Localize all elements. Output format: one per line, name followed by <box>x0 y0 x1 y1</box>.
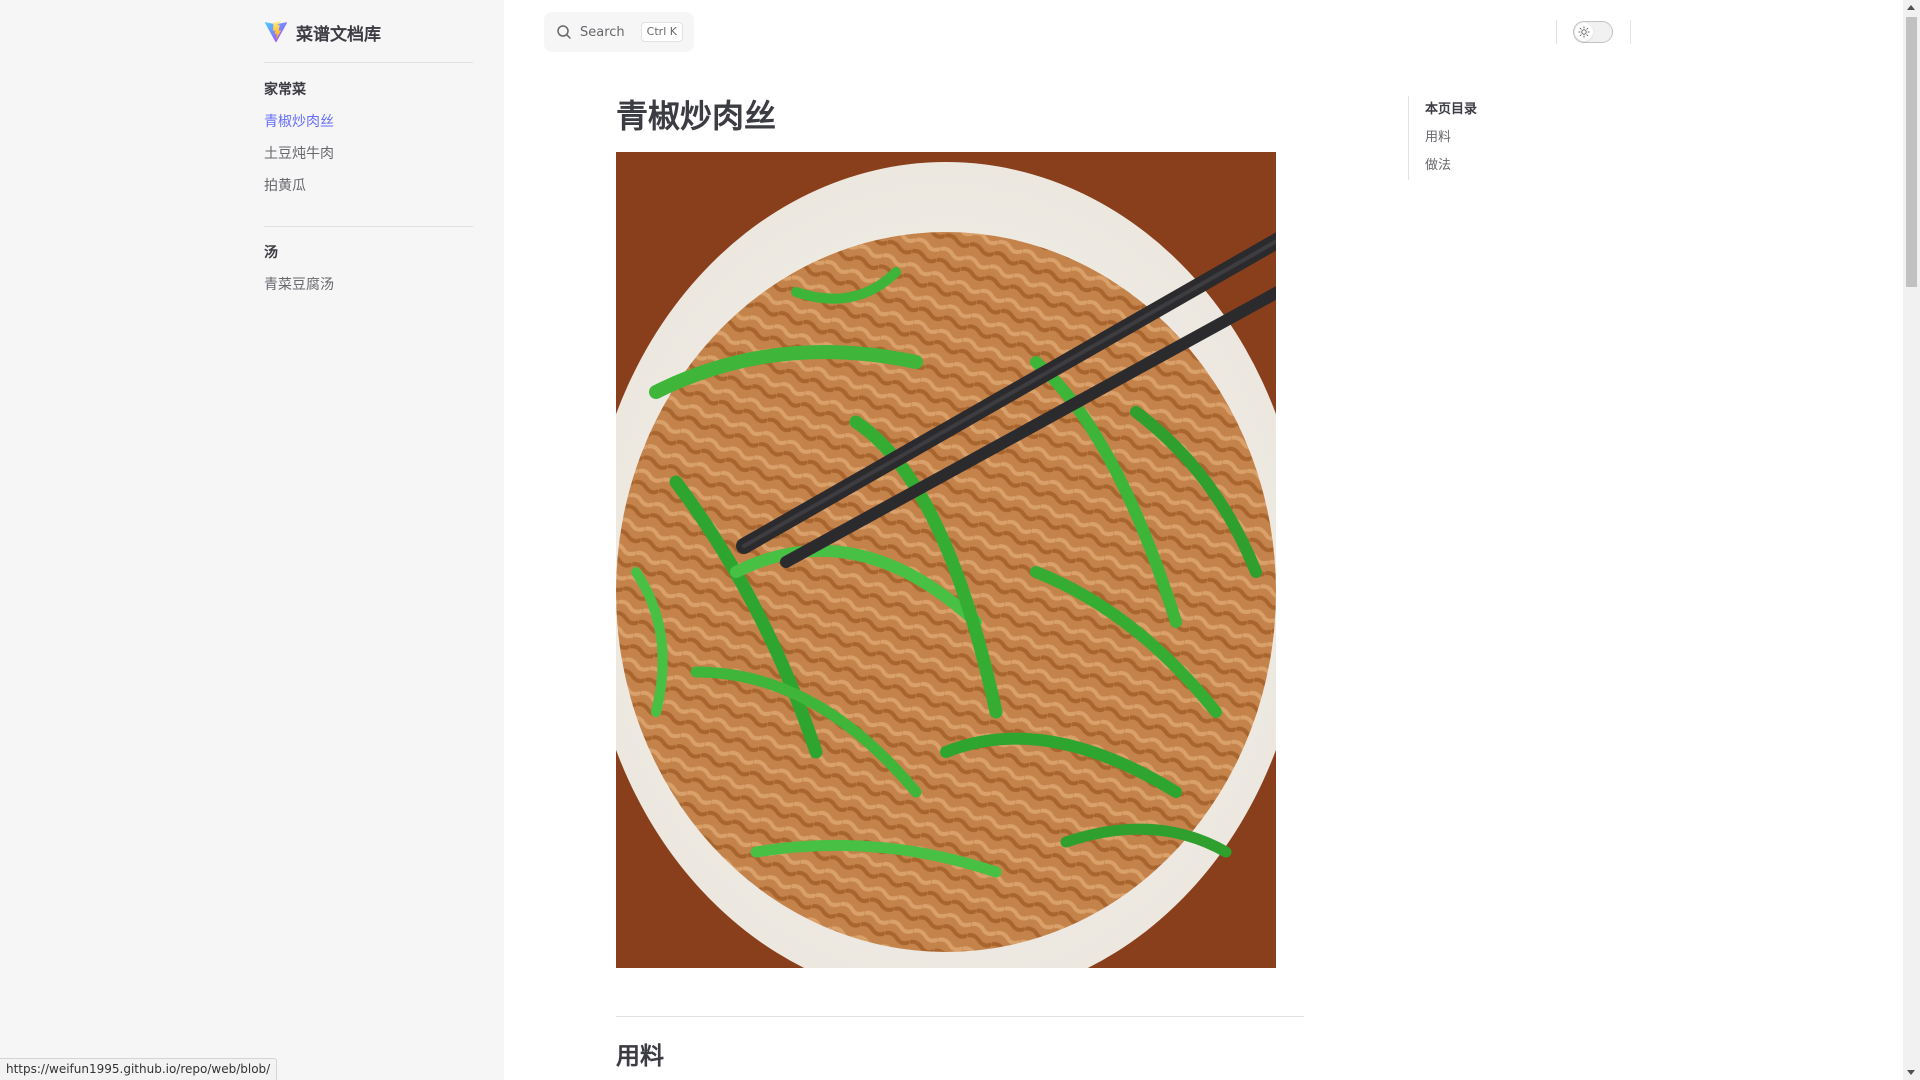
sun-icon <box>1578 26 1590 38</box>
outline-link-method[interactable]: 做法 <box>1425 152 1608 180</box>
sidebar-item-potato-beef[interactable]: 土豆炖牛肉 <box>264 144 473 164</box>
dish-photo <box>616 152 1276 968</box>
section-heading-ingredients: 用料 <box>616 1042 664 1070</box>
sidebar-item-cucumber[interactable]: 拍黄瓜 <box>264 176 473 196</box>
search-button[interactable]: Search Ctrl K <box>544 12 694 52</box>
status-bar-url: https://weifun1995.github.io/repo/web/bl… <box>0 1058 278 1080</box>
sidebar: 菜谱文档库 家常菜 青椒炒肉丝 土豆炖牛肉 拍黄瓜 汤 青菜豆腐汤 <box>0 0 504 1080</box>
search-placeholder: Search <box>580 24 625 40</box>
brand-title: 菜谱文档库 <box>296 24 381 45</box>
navbar-divider <box>1556 20 1557 44</box>
sidebar-group-title: 汤 <box>264 245 278 261</box>
page-scrollbar[interactable] <box>1903 0 1920 1080</box>
scroll-up-arrow-icon[interactable] <box>1907 5 1915 10</box>
scroll-down-arrow-icon[interactable] <box>1907 1070 1915 1075</box>
page-outline: 本页目录 用料 做法 <box>1408 96 1608 180</box>
outline-link-ingredients[interactable]: 用料 <box>1425 124 1608 152</box>
search-icon <box>557 25 571 39</box>
theme-toggle[interactable] <box>1573 21 1613 43</box>
search-shortcut: Ctrl K <box>640 22 683 42</box>
sidebar-item-tofu-soup[interactable]: 青菜豆腐汤 <box>264 275 473 295</box>
theme-toggle-knob <box>1575 23 1593 41</box>
scroll-thumb[interactable] <box>1906 17 1917 287</box>
sidebar-group-soup: 汤 青菜豆腐汤 <box>264 243 473 307</box>
navbar-divider <box>1630 20 1631 44</box>
vite-logo-icon <box>264 21 288 43</box>
sidebar-group-title: 家常菜 <box>264 82 306 98</box>
sidebar-item-pepper-pork[interactable]: 青椒炒肉丝 <box>264 112 473 132</box>
brand-link[interactable]: 菜谱文档库 <box>264 20 381 45</box>
sidebar-divider <box>264 226 473 227</box>
content-divider <box>616 1016 1304 1017</box>
page-title: 青椒炒肉丝 <box>616 97 777 135</box>
sidebar-group-home-cooking: 家常菜 青椒炒肉丝 土豆炖牛肉 拍黄瓜 <box>264 80 473 208</box>
sidebar-divider <box>264 62 473 63</box>
outline-title: 本页目录 <box>1425 102 1478 117</box>
